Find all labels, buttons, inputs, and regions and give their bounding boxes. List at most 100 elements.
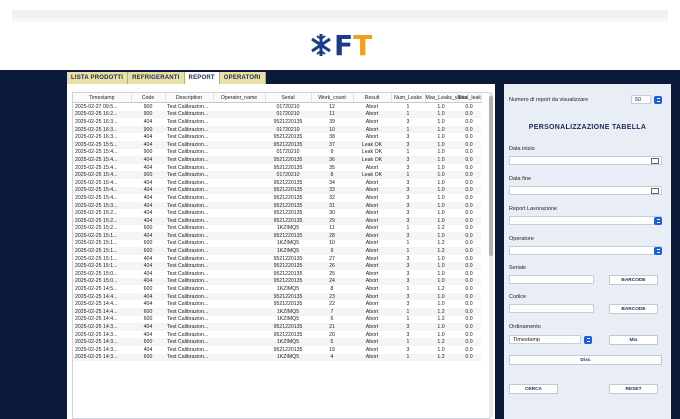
column-header[interactable]: Max_Leaks_value xyxy=(425,93,467,103)
table-row[interactable]: 2025-02-25 15:1... 404 Test Calibrazion...… xyxy=(73,232,481,240)
operatore-dropdown-icon[interactable] xyxy=(654,246,662,255)
table-row[interactable]: 2025-02-25 15:2... 600 Test Calibrazion...… xyxy=(73,225,481,233)
reset-button[interactable]: RESET xyxy=(609,384,658,394)
table-row[interactable]: 2025-02-25 14:3... 600 Test Calibrazion...… xyxy=(73,353,481,362)
table-row[interactable]: 2025-02-25 14:4... 404 Test Calibrazion...… xyxy=(73,292,481,301)
operatore-select[interactable] xyxy=(509,246,662,255)
table-cell: 0.0 xyxy=(465,331,473,338)
table-cell: 0.0 xyxy=(465,210,473,217)
table-cell xyxy=(213,118,265,126)
sort-desc-button[interactable]: Disc xyxy=(509,355,662,365)
table-row[interactable]: 2025-02-25 15:1... 600 Test Calibrazion...… xyxy=(73,247,481,255)
num-reports-dropdown-icon[interactable] xyxy=(654,95,662,104)
table-cell: 404 xyxy=(143,134,153,141)
calendar-icon[interactable] xyxy=(651,188,659,194)
table-row[interactable]: 2025-02-25 15:0... 404 Test Calibrazion...… xyxy=(73,277,481,286)
cerca-button[interactable]: CERCA xyxy=(509,384,558,394)
table-cell: Abort xyxy=(365,286,379,293)
table-row[interactable]: 2025-02-25 15:4... 404 Test Calibrazion...… xyxy=(73,164,481,172)
scrollbar-thumb[interactable] xyxy=(489,96,493,256)
column-header[interactable]: Description xyxy=(165,93,214,103)
table-row[interactable]: 2025-02-27 09:5... 900 Test Calibrazion...… xyxy=(73,103,481,111)
table-row[interactable]: 2025-02-25 14:3... 404 Test Calibrazion...… xyxy=(73,323,481,331)
table-row[interactable]: 2025-02-25 15:4... 900 Test Calibrazion...… xyxy=(73,171,481,179)
table-row[interactable]: 2025-02-25 14:3... 404 Test Calibrazion...… xyxy=(73,346,481,354)
column-header[interactable]: Serial xyxy=(265,93,312,103)
table-cell: 404 xyxy=(143,270,153,277)
codice-barcode-button[interactable]: BARCODE xyxy=(609,304,658,314)
table-cell: 1.0 xyxy=(425,156,457,164)
table-row[interactable]: 2025-02-25 15:3... 404 Test Calibrazion...… xyxy=(73,201,481,210)
table-row[interactable]: 2025-02-25 15:4... 404 Test Calibrazion...… xyxy=(73,194,481,202)
data-inizio-input[interactable] xyxy=(509,156,662,165)
table-row[interactable]: 2025-02-25 14:3... 404 Test Calibrazion...… xyxy=(73,331,481,339)
column-header[interactable]: Total_leak xyxy=(457,93,482,103)
table-row[interactable]: 2025-02-25 15:2... 404 Test Calibrazion...… xyxy=(73,216,481,225)
sort-asc-button[interactable]: Mix xyxy=(609,335,658,345)
table-cell: 1.2 xyxy=(437,316,445,323)
table-cell: 1 xyxy=(391,110,425,119)
table-row[interactable]: 2025-02-25 14:4... 404 Test Calibrazion...… xyxy=(73,300,481,308)
data-fine-input[interactable] xyxy=(509,186,662,195)
table-row[interactable]: 2025-02-25 15:1... 600 Test Calibrazion...… xyxy=(73,240,481,248)
report-lavorazione-select[interactable] xyxy=(509,216,662,225)
table-cell xyxy=(213,346,265,354)
table-cell: Leak OK xyxy=(353,171,391,179)
column-header[interactable]: Operator_name xyxy=(213,93,266,103)
table-row[interactable]: 2025-02-25 16:3... 404 Test Calibrazion...… xyxy=(73,133,481,141)
calendar-icon[interactable] xyxy=(651,158,659,164)
table-row[interactable]: 2025-02-25 15:5... 404 Test Calibrazion...… xyxy=(73,140,481,149)
report-lavorazione-dropdown-icon[interactable] xyxy=(654,216,662,225)
column-header[interactable]: Code xyxy=(131,93,166,103)
table-cell: 1KZIMQ5 xyxy=(265,338,311,346)
ordinamento-select[interactable]: Timestamp xyxy=(509,335,581,344)
table-cell: Abort xyxy=(365,316,379,323)
table-cell: 2025-02-25 15:4... xyxy=(73,171,131,179)
table-cell: 1.0 xyxy=(425,110,457,119)
tab-report[interactable]: REPORT xyxy=(184,72,220,84)
table-row[interactable]: 2025-02-25 14:5... 600 Test Calibrazion...… xyxy=(73,285,481,293)
table-row[interactable]: 2025-02-25 15:4... 404 Test Calibrazion...… xyxy=(73,186,481,195)
table-cell: 0.0 xyxy=(457,140,481,149)
tab-operatori[interactable]: OPERATORI xyxy=(219,72,266,84)
seriale-barcode-button[interactable]: BARCODE xyxy=(609,275,658,285)
table-scrollbar[interactable] xyxy=(489,92,493,417)
tab-lista-prodotti[interactable]: LISTA PRODOTTI xyxy=(67,72,129,84)
table-row[interactable]: 2025-02-25 14:4... 600 Test Calibrazion...… xyxy=(73,308,481,316)
table-row[interactable]: 2025-02-25 16:2... 900 Test Calibrazion...… xyxy=(73,110,481,119)
table-cell: Abort xyxy=(365,103,379,110)
table-cell: 9521220135 xyxy=(273,301,303,308)
table-cell: 0.0 xyxy=(457,201,481,210)
table-cell: 31 xyxy=(311,201,353,210)
column-header[interactable]: Result xyxy=(353,93,392,103)
table-row[interactable]: 2025-02-25 15:2... 404 Test Calibrazion...… xyxy=(73,209,481,217)
table-cell: Test Calibrazion... xyxy=(165,125,213,134)
table-row[interactable]: 2025-02-25 15:1... 404 Test Calibrazion...… xyxy=(73,262,481,271)
table-cell: 1.2 xyxy=(437,286,445,293)
table-cell: 600 xyxy=(143,316,153,323)
table-cell: 2025-02-25 16:3... xyxy=(73,125,131,134)
table-row[interactable]: 2025-02-25 15:0... 404 Test Calibrazion...… xyxy=(73,270,481,278)
column-header[interactable]: Timestamp xyxy=(73,93,132,103)
table-row[interactable]: 2025-02-25 15:1... 404 Test Calibrazion...… xyxy=(73,255,481,263)
table-cell: 1.0 xyxy=(425,262,457,271)
column-header[interactable]: Num_Leaks xyxy=(391,93,426,103)
table-row[interactable]: 2025-02-25 15:4... 404 Test Calibrazion...… xyxy=(73,179,481,187)
table-cell: 404 xyxy=(131,232,165,240)
table-row[interactable]: 2025-02-25 14:4... 600 Test Calibrazion...… xyxy=(73,316,481,324)
table-cell: 404 xyxy=(131,323,165,331)
table-cell: 2025-02-25 14:3... xyxy=(73,323,131,331)
seriale-input[interactable] xyxy=(509,275,594,284)
tab-refrigeranti[interactable]: REFRIGERANTI xyxy=(128,72,185,84)
table-row[interactable]: 2025-02-25 14:3... 600 Test Calibrazion...… xyxy=(73,338,481,346)
ordinamento-dropdown-icon[interactable] xyxy=(584,335,592,344)
table-cell: Test Calibrazion... xyxy=(167,240,209,247)
table-cell: Leak OK xyxy=(361,149,383,156)
table-row[interactable]: 2025-02-25 16:3... 900 Test Calibrazion...… xyxy=(73,125,481,134)
table-row[interactable]: 2025-02-25 15:4... 404 Test Calibrazion...… xyxy=(73,156,481,164)
table-row[interactable]: 2025-02-25 15:4... 900 Test Calibrazion...… xyxy=(73,149,481,157)
num-reports-select[interactable]: 50 xyxy=(631,95,651,104)
column-header[interactable]: Work_count xyxy=(311,93,354,103)
codice-input[interactable] xyxy=(509,304,594,313)
table-row[interactable]: 2025-02-25 16:3... 404 Test Calibrazion...… xyxy=(73,118,481,126)
